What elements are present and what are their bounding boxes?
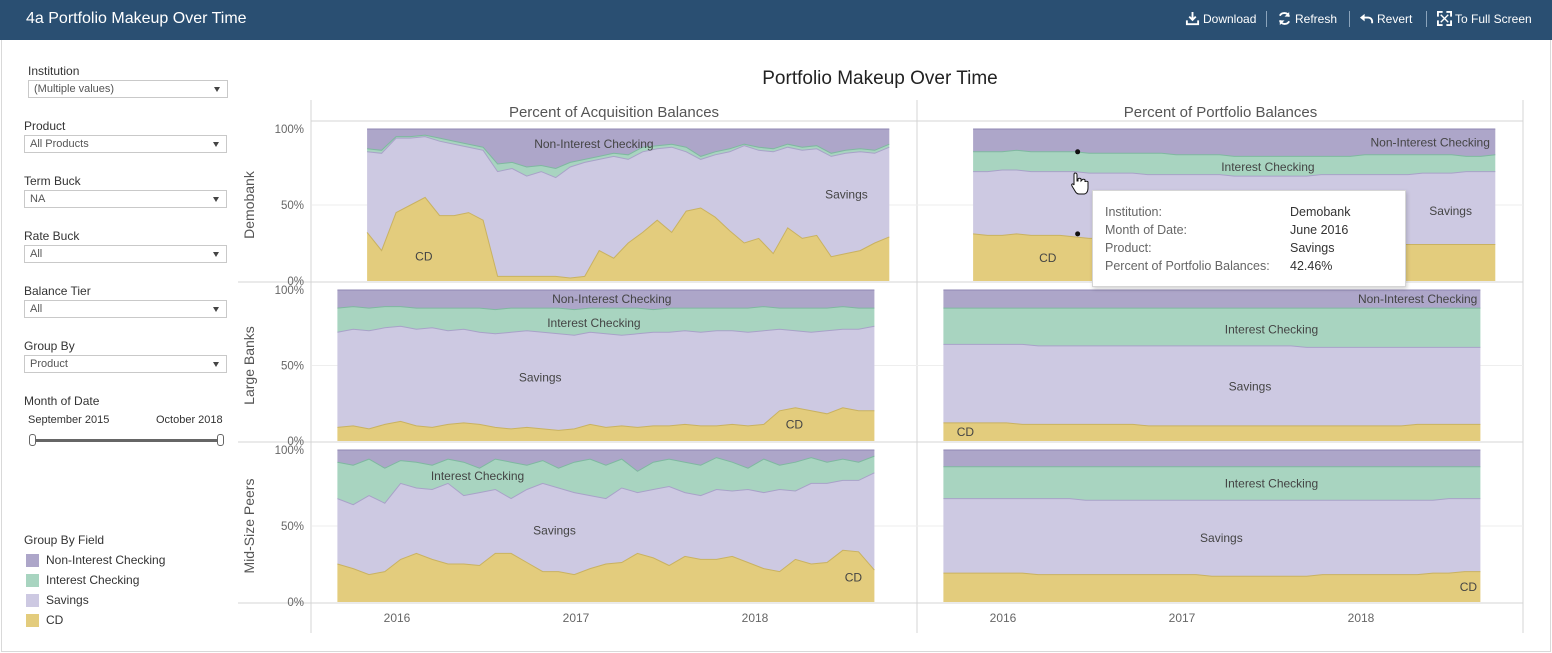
- series-label: Interest Checking: [547, 316, 640, 330]
- area-interest-checking: [943, 466, 1481, 501]
- y-tick-label: 100%: [275, 124, 304, 136]
- tooltip-key: Institution:: [1105, 205, 1162, 219]
- tooltip-key: Product:: [1105, 241, 1152, 255]
- y-tick-label: 50%: [281, 200, 304, 212]
- x-tick-label: 2016: [384, 611, 411, 625]
- series-label: CD: [845, 571, 863, 585]
- y-tick-label: 50%: [281, 521, 304, 533]
- column-header: Percent of Acquisition Balances: [509, 104, 719, 121]
- series-label: Savings: [825, 187, 868, 201]
- series-label: Savings: [1200, 531, 1243, 545]
- series-label: Non-Interest Checking: [534, 137, 653, 151]
- hover-point: [1075, 149, 1081, 155]
- area-interest-checking: [943, 308, 1481, 348]
- area-non-interest-checking: [943, 450, 1481, 467]
- column-header: Percent of Portfolio Balances: [1124, 104, 1317, 121]
- series-label: CD: [957, 425, 975, 439]
- row-header: Mid-Size Peers: [241, 479, 257, 574]
- area-chart[interactable]: Percent of Acquisition Balances Percent o…: [0, 0, 1552, 653]
- tooltip-value: Savings: [1290, 241, 1335, 255]
- x-tick-label: 2016: [990, 611, 1017, 625]
- series-label: CD: [1460, 580, 1478, 594]
- y-tick-label: 50%: [281, 361, 304, 373]
- tooltip-value: June 2016: [1290, 223, 1349, 237]
- tooltip-value: 42.46%: [1290, 259, 1333, 273]
- tooltip: Institution: Demobank Month of Date: Jun…: [1092, 190, 1406, 287]
- tooltip-key: Percent of Portfolio Balances:: [1105, 259, 1270, 273]
- x-tick-label: 2018: [1348, 611, 1375, 625]
- series-label: CD: [786, 417, 804, 431]
- series-label: Savings: [1429, 204, 1472, 218]
- series-label: Savings: [533, 524, 576, 538]
- y-tick-label: 100%: [275, 445, 304, 457]
- row-header: Demobank: [241, 170, 257, 239]
- series-label: Savings: [1229, 380, 1272, 394]
- x-tick-label: 2017: [1169, 611, 1196, 625]
- series-label: Non-Interest Checking: [552, 292, 671, 306]
- series-label: Interest Checking: [1221, 160, 1314, 174]
- series-label: Savings: [519, 371, 562, 385]
- tooltip-value: Demobank: [1290, 205, 1351, 219]
- x-tick-label: 2018: [742, 611, 769, 625]
- series-label: CD: [1039, 251, 1057, 265]
- x-tick-label: 2017: [563, 611, 590, 625]
- series-label: CD: [415, 250, 433, 264]
- series-label: Non-Interest Checking: [1358, 292, 1477, 306]
- series-label: Interest Checking: [1225, 322, 1318, 336]
- y-tick-label: 0%: [287, 597, 304, 609]
- hover-point: [1075, 231, 1081, 237]
- area-savings: [943, 344, 1481, 426]
- y-tick-label: 100%: [275, 285, 304, 297]
- series-label: Interest Checking: [431, 469, 524, 483]
- tooltip-key: Month of Date:: [1105, 223, 1187, 237]
- series-label: Non-Interest Checking: [1370, 136, 1489, 150]
- series-label: Interest Checking: [1225, 476, 1318, 490]
- row-header: Large Banks: [241, 326, 257, 405]
